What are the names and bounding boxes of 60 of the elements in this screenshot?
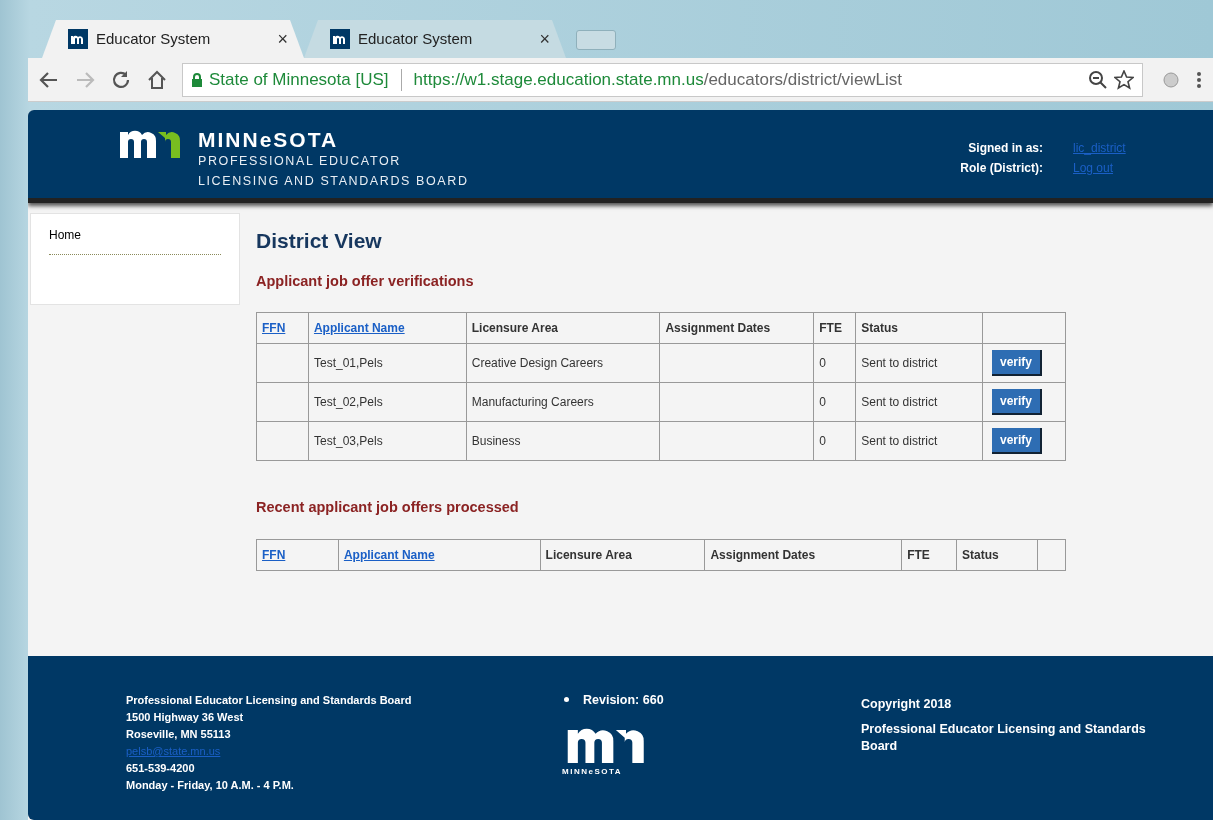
column-header: FTE bbox=[901, 539, 957, 571]
tab-close-button[interactable]: × bbox=[277, 25, 288, 53]
url-text[interactable]: https://w1.stage.education.state.mn.us/educators/district/viewList bbox=[413, 66, 903, 93]
table-cell: Test_02,Pels bbox=[308, 382, 467, 422]
table-cell: Sent to district bbox=[855, 382, 983, 422]
brand-subtitle: PROFESSIONAL EDUCATOR bbox=[198, 153, 402, 171]
signed-in-label: Signed in as: bbox=[967, 140, 1043, 157]
address-line: 651-539-4200 bbox=[126, 762, 195, 774]
table-cell: Sent to district bbox=[855, 343, 983, 383]
address-line: Professional Educator Licensing and Standards Board bbox=[126, 694, 412, 706]
brand-name: MINNeSOTA bbox=[198, 128, 340, 152]
column-header: Licensure Area bbox=[466, 312, 660, 344]
tab-title: Educator System bbox=[358, 28, 473, 49]
table-cell: 0 bbox=[813, 343, 856, 383]
table-cell: Manufacturing Careers bbox=[466, 382, 660, 422]
page-title: District View bbox=[256, 228, 383, 254]
column-header: Licensure Area bbox=[540, 539, 705, 571]
tab-close-button[interactable]: × bbox=[539, 25, 550, 53]
address-line: Monday - Friday, 10 A.M. - 4 P.M. bbox=[126, 779, 294, 791]
table-cell: Business bbox=[466, 421, 660, 461]
table-cell: Test_01,Pels bbox=[308, 343, 467, 383]
logo-caption: MINNeSOTA bbox=[562, 766, 624, 778]
table-cell: Sent to district bbox=[855, 421, 983, 461]
board-name: Professional Educator Licensing and Standards Board bbox=[861, 721, 1147, 755]
column-header: FTE bbox=[813, 312, 856, 344]
browser-tab[interactable]: Educator System × bbox=[42, 20, 304, 58]
column-header-link[interactable]: FFN bbox=[262, 548, 286, 562]
favicon-icon bbox=[68, 29, 88, 49]
address-line: Roseville, MN 55113 bbox=[126, 728, 231, 740]
verify-button[interactable]: verify bbox=[992, 389, 1043, 416]
column-header: Status bbox=[855, 312, 983, 344]
browser-tab[interactable]: Educator System × bbox=[304, 20, 566, 58]
favicon-icon bbox=[330, 29, 350, 49]
revision-text: Revision: 660 bbox=[583, 693, 664, 707]
column-header: Assignment Dates bbox=[659, 312, 814, 344]
table-cell: 0 bbox=[813, 382, 856, 422]
site-identity: State of Minnesota [US] bbox=[209, 68, 389, 91]
zoom-icon[interactable] bbox=[1088, 69, 1108, 90]
table-cell: Creative Design Careers bbox=[466, 343, 660, 383]
bullet-icon bbox=[564, 697, 569, 702]
lock-icon bbox=[191, 72, 203, 87]
star-icon[interactable] bbox=[1114, 69, 1134, 90]
column-header: Status bbox=[956, 539, 1038, 571]
logo-icon bbox=[120, 128, 182, 158]
home-icon[interactable] bbox=[146, 68, 168, 91]
brand-subtitle: LICENSING AND STANDARDS BOARD bbox=[198, 173, 469, 191]
table-cell: 0 bbox=[813, 421, 856, 461]
role-label: Role (District): bbox=[960, 160, 1043, 177]
table-cell: Test_03,Pels bbox=[308, 421, 467, 461]
section-heading: Applicant job offer verifications bbox=[256, 271, 475, 291]
section-heading: Recent applicant job offers processed bbox=[256, 498, 520, 518]
copyright-text: Copyright 2018 bbox=[861, 696, 953, 713]
verify-button[interactable]: verify bbox=[992, 350, 1043, 377]
address-line: 1500 Highway 36 West bbox=[126, 711, 244, 723]
sidebar-item[interactable]: Home bbox=[49, 226, 221, 255]
tab-title: Educator System bbox=[96, 28, 211, 49]
column-header: Assignment Dates bbox=[704, 539, 902, 571]
column-header-link[interactable]: Applicant Name bbox=[343, 548, 435, 562]
verify-button[interactable]: verify bbox=[992, 428, 1043, 455]
menu-icon[interactable] bbox=[1195, 69, 1203, 90]
